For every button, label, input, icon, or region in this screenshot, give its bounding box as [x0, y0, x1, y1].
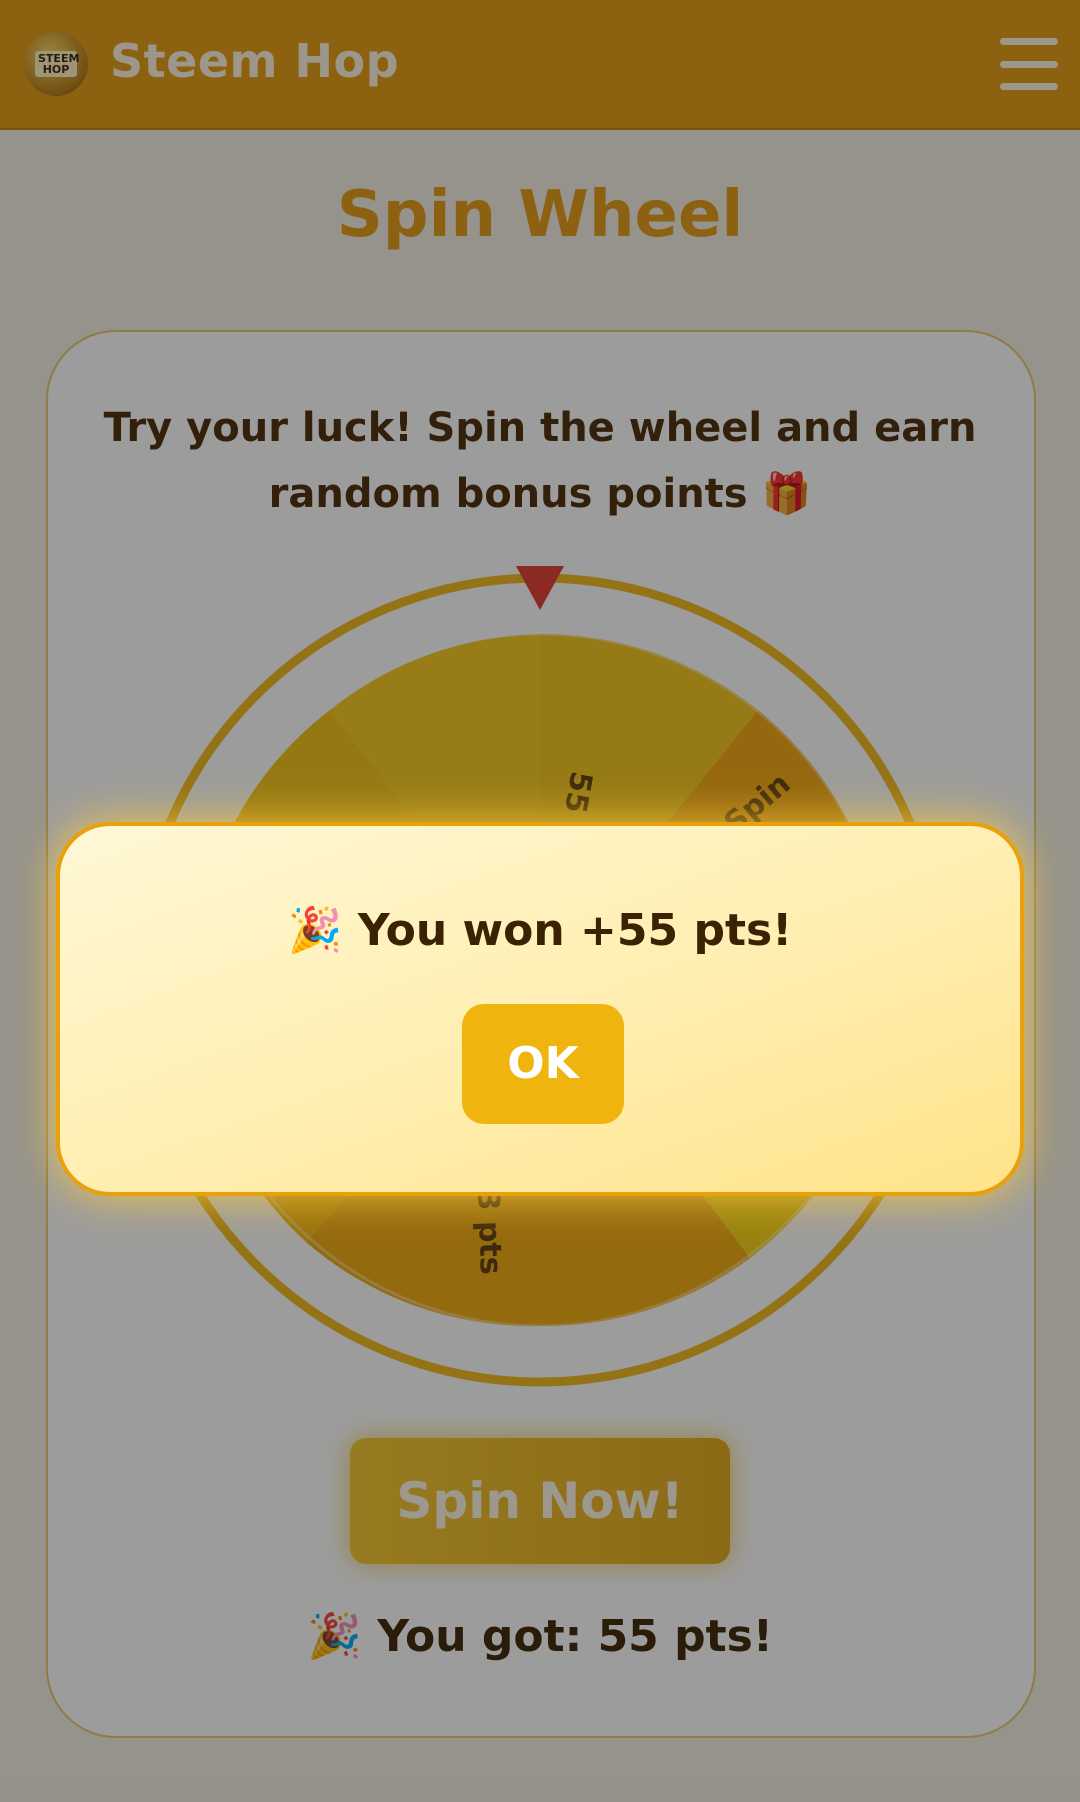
win-modal: 🎉 You won +55 pts! OK: [56, 822, 1024, 1196]
ok-button[interactable]: OK: [462, 1004, 624, 1124]
win-message: 🎉 You won +55 pts!: [287, 905, 793, 956]
